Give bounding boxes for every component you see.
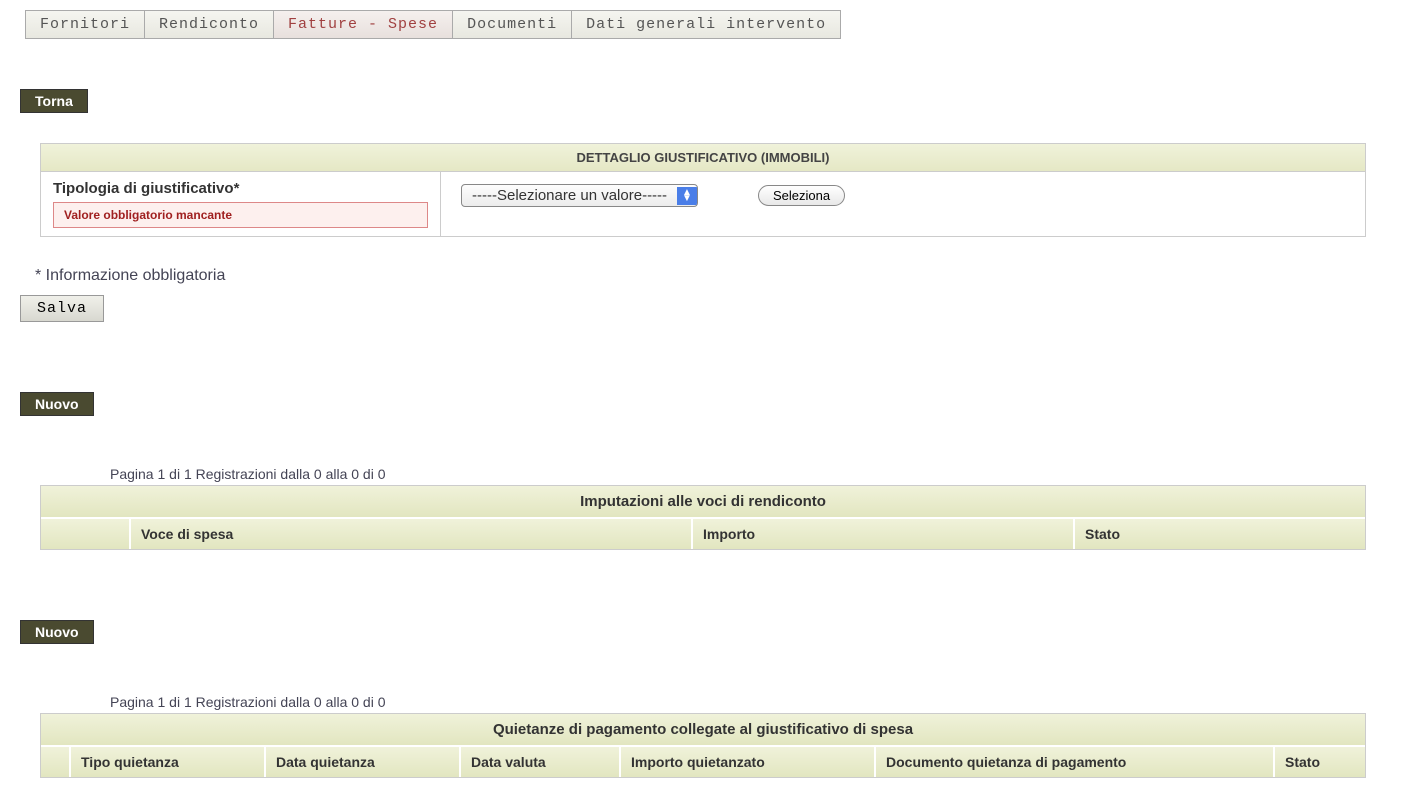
tipologia-select[interactable]: -----Selezionare un valore----- ▲▼ (461, 184, 698, 207)
th-data-quietanza: Data quietanza (266, 747, 461, 777)
form-row-tipologia: Tipologia di giustificativo* Valore obbl… (40, 172, 1366, 237)
form-label-cell: Tipologia di giustificativo* Valore obbl… (41, 172, 441, 236)
chevron-updown-icon: ▲▼ (677, 187, 697, 205)
seleziona-button[interactable]: Seleziona (758, 185, 845, 206)
nuovo-button-1[interactable]: Nuovo (20, 392, 94, 416)
th-stato: Stato (1075, 519, 1365, 549)
tipologia-label: Tipologia di giustificativo* (53, 180, 428, 197)
table-imputazioni: Imputazioni alle voci di rendiconto Voce… (40, 485, 1366, 550)
form-control-cell: -----Selezionare un valore----- ▲▼ Selez… (441, 172, 1365, 219)
salva-button[interactable]: Salva (20, 295, 104, 322)
th-spacer (41, 747, 71, 777)
tab-bar: Fornitori Rendiconto Fatture - Spese Doc… (25, 10, 1396, 39)
nuovo-button-2[interactable]: Nuovo (20, 620, 94, 644)
th-tipo-quietanza: Tipo quietanza (71, 747, 266, 777)
th-importo: Importo (693, 519, 1075, 549)
tab-rendiconto[interactable]: Rendiconto (144, 10, 274, 39)
info-obbligatoria: * Informazione obbligatoria (35, 267, 1396, 285)
table-header-row: Voce di spesa Importo Stato (41, 519, 1365, 549)
th-documento: Documento quietanza di pagamento (876, 747, 1275, 777)
table-quietanze: Quietanze di pagamento collegate al gius… (40, 713, 1366, 778)
section-header-dettaglio: DETTAGLIO GIUSTIFICATIVO (IMMOBILI) (40, 143, 1366, 172)
th-spacer (41, 519, 131, 549)
table-header-row: Tipo quietanza Data quietanza Data valut… (41, 747, 1365, 777)
th-data-valuta: Data valuta (461, 747, 621, 777)
torna-button[interactable]: Torna (20, 89, 88, 113)
error-message: Valore obbligatorio mancante (53, 202, 428, 228)
table-title-quietanze: Quietanze di pagamento collegate al gius… (41, 714, 1365, 747)
select-value: -----Selezionare un valore----- (462, 185, 677, 206)
th-stato: Stato (1275, 747, 1365, 777)
tab-dati-generali[interactable]: Dati generali intervento (571, 10, 841, 39)
tab-documenti[interactable]: Documenti (452, 10, 572, 39)
th-voce-spesa: Voce di spesa (131, 519, 693, 549)
table-title-imputazioni: Imputazioni alle voci di rendiconto (41, 486, 1365, 519)
th-importo-quietanzato: Importo quietanzato (621, 747, 876, 777)
pagination-text-1: Pagina 1 di 1 Registrazioni dalla 0 alla… (110, 466, 1396, 482)
tab-fornitori[interactable]: Fornitori (25, 10, 145, 39)
tab-fatture-spese[interactable]: Fatture - Spese (273, 10, 453, 39)
pagination-text-2: Pagina 1 di 1 Registrazioni dalla 0 alla… (110, 694, 1396, 710)
